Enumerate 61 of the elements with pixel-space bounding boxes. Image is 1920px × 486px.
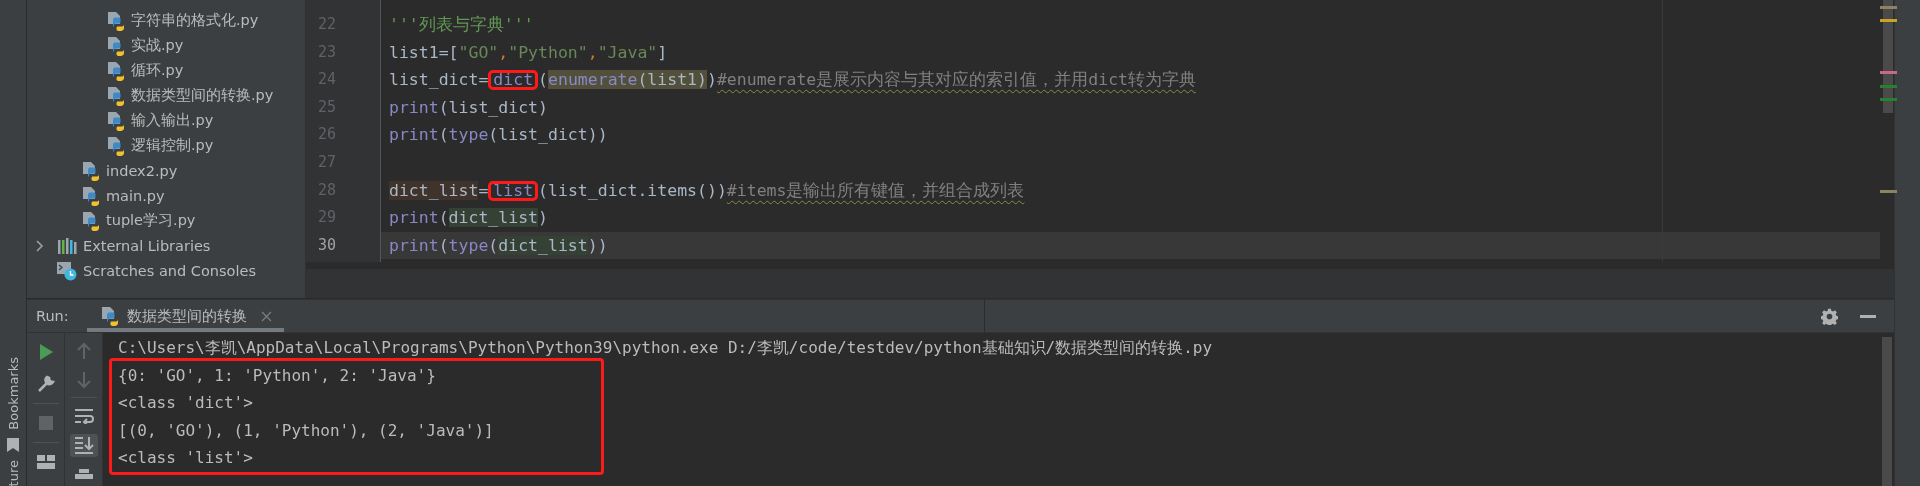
python-file-icon [82, 160, 100, 181]
scrollbar-thumb[interactable] [1882, 337, 1892, 486]
tree-item[interactable]: 循环.py [131, 61, 184, 80]
python-file-icon [107, 85, 125, 106]
stripe-marker[interactable] [1880, 190, 1897, 193]
console-output-line: <class 'dict'> [118, 392, 254, 415]
code-line: print(dict_list) [388, 207, 549, 230]
run-label: Run: [36, 308, 69, 324]
python-file-icon [100, 306, 119, 326]
minimize-icon[interactable] [1860, 314, 1876, 318]
tree-item[interactable]: 逻辑控制.py [131, 136, 214, 155]
bookmark-icon [7, 437, 19, 452]
toolbar-button[interactable] [69, 433, 98, 457]
wrench-icon [36, 375, 55, 393]
console-output-line: {0: 'GO', 1: 'Python', 2: 'Java'} [118, 364, 437, 387]
tree-item[interactable]: 实战.py [131, 36, 184, 55]
tree-item[interactable]: 字符串的格式化.py [131, 11, 259, 30]
close-icon[interactable] [260, 310, 272, 322]
python-file-icon [82, 185, 100, 206]
code-line: print(type(list_dict)) [388, 124, 609, 147]
settings-icon[interactable] [1821, 307, 1838, 325]
stripe-marker[interactable] [1880, 71, 1897, 74]
library-icon [57, 236, 77, 255]
chevron-right-icon[interactable] [35, 239, 45, 252]
tool-window-label[interactable]: Bookmarks [5, 356, 21, 430]
stop-icon [38, 416, 53, 430]
console-output-line: <class 'list'> [118, 447, 254, 470]
soft-wrap-icon [73, 407, 94, 424]
code-line: dict_list= list (list_dict.items())#items是输出所有键值，并组合成列表 [388, 179, 1026, 203]
code-line: print(list_dict) [388, 96, 549, 119]
console-output-line: [(0, 'GO'), (1, 'Python'), (2, 'Java')] [118, 419, 494, 442]
code-line: '''列表与字典''' [388, 14, 535, 36]
console-command-line: C:\Users\李凯\AppData\Local\Programs\Python\Python39\python.exe D:/李凯/code/testdev/python基础知识/数据类型间的转换.py [118, 337, 1214, 359]
run-icon [37, 343, 54, 361]
python-file-icon [82, 210, 100, 231]
code-line: list1=["GO","Python","Java"] [388, 41, 669, 64]
stripe-marker[interactable] [1880, 85, 1897, 88]
up-arrow-icon [76, 341, 91, 360]
python-file-icon [107, 110, 125, 131]
tree-item[interactable]: tuple学习.py [106, 211, 196, 230]
printer-icon [73, 469, 94, 480]
stripe-marker[interactable] [1880, 19, 1897, 22]
down-arrow-icon [76, 370, 91, 389]
tree-item[interactable]: Scratches and Consoles [83, 262, 256, 279]
python-file-icon [107, 60, 125, 81]
tree-item[interactable]: 数据类型间的转换.py [131, 86, 274, 105]
line-number: 30 [316, 234, 336, 256]
stripe-marker[interactable] [1880, 98, 1897, 101]
tool-window-label[interactable]: ture [5, 459, 21, 486]
stripe-marker[interactable] [1880, 6, 1897, 9]
tree-item[interactable]: 输入输出.py [131, 111, 214, 130]
python-file-icon [107, 135, 125, 156]
python-file-icon [107, 35, 125, 56]
code-line: list_dict= dict (enumerate(list1))#enumerate是展示内容与其对应的索引值，并用dict转为字典 [388, 69, 1197, 93]
tree-item[interactable]: main.py [106, 187, 165, 204]
tree-item[interactable]: External Libraries [83, 237, 211, 254]
console-clock-icon [57, 260, 77, 281]
tree-item[interactable]: index2.py [106, 162, 178, 179]
scroll-to-end-icon [73, 436, 94, 455]
python-file-icon [107, 10, 125, 31]
layout-icon [36, 455, 55, 469]
